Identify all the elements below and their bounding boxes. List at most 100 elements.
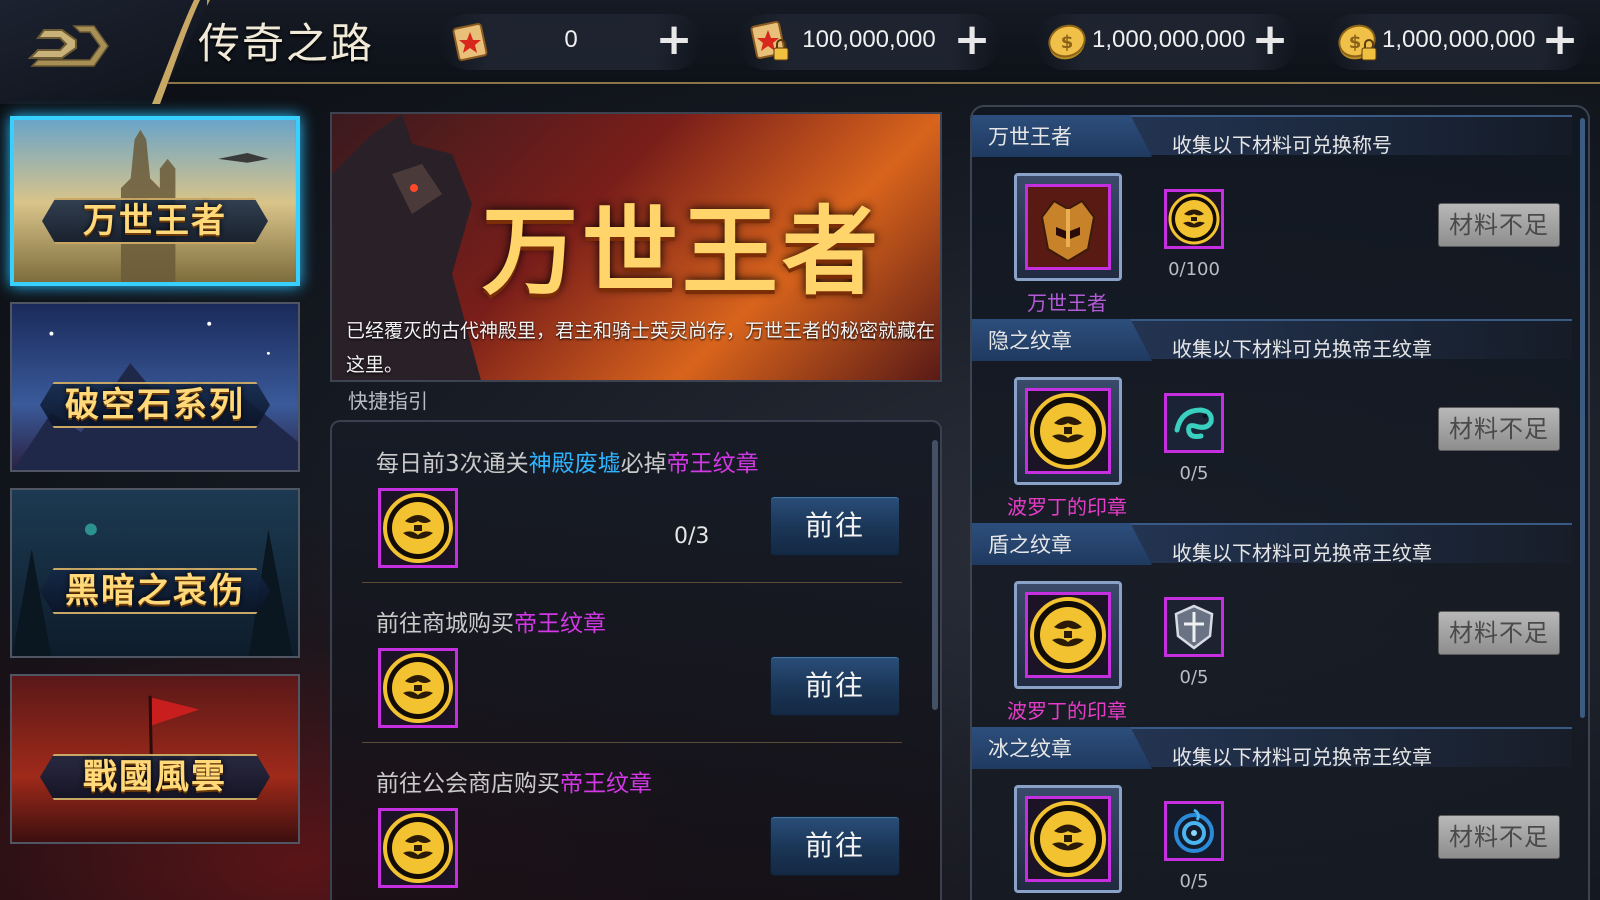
guide-task: 前往公会商店购买帝王纹章 前往 xyxy=(332,752,922,900)
currency-locked-red-scroll: 100,000,000 + xyxy=(738,14,1000,70)
task-text-item: 帝王纹章 xyxy=(666,451,759,477)
exchange-title: 万世王者 xyxy=(988,125,1072,149)
task-item-icon xyxy=(378,808,458,888)
exchange-description: 收集以下材料可兑换帝王纹章 xyxy=(1172,541,1432,565)
quick-guide-list: 每日前3次通关神殿废墟必掉帝王纹章 0/3 前往 前往商城购买帝王纹章 前往 前… xyxy=(330,420,942,900)
material-slot[interactable] xyxy=(1164,393,1224,453)
currency-gold-coin: $ 1,000,000,000 + xyxy=(1036,14,1298,70)
reward-slot[interactable] xyxy=(1014,785,1122,893)
exchange-entry: 隐之纹章 收集以下材料可兑换帝王纹章 波罗丁的印章 0/5 材料不足 xyxy=(972,319,1572,527)
task-text-place: 神殿废墟 xyxy=(528,451,621,477)
exchange-description: 收集以下材料可兑换帝王纹章 xyxy=(1172,337,1432,361)
exchange-description: 收集以下材料可兑换帝王纹章 xyxy=(1172,745,1432,769)
insufficient-materials-button[interactable]: 材料不足 xyxy=(1438,611,1560,655)
reward-slot[interactable] xyxy=(1014,173,1122,281)
add-currency-button[interactable]: + xyxy=(1250,18,1290,62)
emperor-crest-icon xyxy=(1030,597,1106,673)
material-slot[interactable] xyxy=(1164,189,1224,249)
task-text-item: 帝王纹章 xyxy=(514,611,606,637)
currency-value: 1,000,000,000 xyxy=(1382,26,1536,53)
insufficient-materials-button[interactable]: 材料不足 xyxy=(1438,815,1560,859)
add-currency-button[interactable]: + xyxy=(654,18,694,62)
nav-item-wanshi-wangzhe[interactable]: 万世王者 xyxy=(10,116,300,286)
reward-slot[interactable] xyxy=(1014,377,1122,485)
title-slash-ornament xyxy=(152,0,200,104)
task-text-middle: 必掉 xyxy=(620,451,667,477)
currency-red-scroll: 0 + xyxy=(440,14,702,70)
task-description: 前往公会商店购买帝王纹章 xyxy=(376,764,652,798)
reward-name: 波罗丁的印章 xyxy=(1007,699,1127,723)
banner-description: 已经覆灭的古代神殿里，君主和骑士英灵尚存，万世王者的秘密就藏在这里。 xyxy=(346,320,936,376)
go-button[interactable]: 前往 xyxy=(770,656,900,716)
material-count: 0/5 xyxy=(1179,463,1209,484)
ice-vortex-icon xyxy=(1167,804,1221,858)
currency-value: 100,000,000 xyxy=(802,26,936,53)
material-count: 0/100 xyxy=(1168,259,1220,280)
nav-item-zhanguo-fengyun[interactable]: 戰國風雲 xyxy=(10,674,300,844)
emperor-crest-icon xyxy=(383,493,453,563)
task-description: 每日前3次通关神殿废墟必掉帝王纹章 xyxy=(376,444,759,478)
guide-scrollbar[interactable] xyxy=(932,440,938,710)
locked-gold-coin-icon: $ xyxy=(1338,24,1377,61)
reward-slot[interactable] xyxy=(1014,581,1122,689)
nav-item-heian-zhi-aishang[interactable]: 黑暗之哀伤 xyxy=(10,488,300,658)
warrior-helmet-icon xyxy=(1028,187,1108,267)
exchange-panel: 万世王者 收集以下材料可兑换称号 万世王者 0/100 材料不足 隐之纹章 收集… xyxy=(970,105,1590,900)
exchange-title: 盾之纹章 xyxy=(988,533,1072,557)
emperor-crest-icon xyxy=(1168,193,1220,245)
go-button[interactable]: 前往 xyxy=(770,496,900,556)
currency-locked-gold-coin: $ 1,000,000,000 + xyxy=(1326,14,1588,70)
insufficient-materials-button[interactable]: 材料不足 xyxy=(1438,203,1560,247)
page-title: 传奇之路 xyxy=(198,19,375,68)
exchange-entry: 冰之纹章 收集以下材料可兑换帝王纹章 0/5 材料不足 xyxy=(972,727,1572,900)
exchange-title: 隐之纹章 xyxy=(988,329,1072,353)
add-currency-button[interactable]: + xyxy=(952,18,992,62)
reward-icon-frame xyxy=(1025,592,1111,678)
emperor-crest-icon xyxy=(383,813,453,883)
emperor-crest-icon xyxy=(383,653,453,723)
exchange-entry: 万世王者 收集以下材料可兑换称号 万世王者 0/100 材料不足 xyxy=(972,115,1572,323)
banner-title: 万世王者 xyxy=(482,195,882,308)
insufficient-materials-button[interactable]: 材料不足 xyxy=(1438,407,1560,451)
task-divider xyxy=(362,582,902,583)
back-button[interactable] xyxy=(24,18,114,74)
nav-item-label: 万世王者 xyxy=(83,201,227,241)
exchange-title: 冰之纹章 xyxy=(988,737,1072,761)
nav-item-label: 破空石系列 xyxy=(65,385,245,425)
top-bar: 传奇之路 0 + 100,000,000 + $ 1,000,000,000 + xyxy=(0,0,1600,104)
series-nav: 万世王者 破空石系列 黑暗之哀伤 戰國風雲 xyxy=(10,116,302,860)
nav-item-label: 黑暗之哀伤 xyxy=(65,571,245,611)
reward-icon-frame xyxy=(1025,796,1111,882)
task-item-icon xyxy=(378,488,458,568)
reward-icon-frame xyxy=(1025,184,1111,270)
exchange-description: 收集以下材料可兑换称号 xyxy=(1172,133,1392,157)
task-divider xyxy=(362,742,902,743)
reward-name: 波罗丁的印章 xyxy=(1007,495,1127,519)
task-text-prefix: 前往商城购买 xyxy=(376,611,514,637)
material-count: 0/5 xyxy=(1179,871,1209,892)
reward-name: 万世王者 xyxy=(1027,291,1107,315)
material-slot[interactable] xyxy=(1164,801,1224,861)
svg-text:$: $ xyxy=(1061,32,1074,53)
reward-icon-frame xyxy=(1025,388,1111,474)
task-item-icon xyxy=(378,648,458,728)
back-arrow-icon xyxy=(27,25,109,67)
guide-task: 每日前3次通关神殿废墟必掉帝王纹章 0/3 前往 xyxy=(332,432,922,592)
exchange-scrollbar[interactable] xyxy=(1580,118,1585,718)
add-currency-button[interactable]: + xyxy=(1540,18,1580,62)
currency-value: 0 xyxy=(564,26,578,53)
nav-item-pokongshi[interactable]: 破空石系列 xyxy=(10,302,300,472)
task-text-prefix: 前往公会商店购买 xyxy=(376,771,560,797)
red-scroll-icon xyxy=(452,22,488,62)
material-slot[interactable] xyxy=(1164,597,1224,657)
emperor-crest-icon xyxy=(1030,801,1106,877)
emperor-crest-icon xyxy=(1030,393,1106,469)
gold-coin-icon: $ xyxy=(1048,24,1086,60)
task-text-prefix: 每日前3次通关 xyxy=(376,451,529,477)
locked-red-scroll-icon xyxy=(750,20,789,61)
exchange-entry: 盾之纹章 收集以下材料可兑换帝王纹章 波罗丁的印章 0/5 材料不足 xyxy=(972,523,1572,731)
go-button[interactable]: 前往 xyxy=(770,816,900,876)
quick-guide-label: 快捷指引 xyxy=(348,389,428,413)
series-banner: 万世王者 已经覆灭的古代神殿里，君主和骑士英灵尚存，万世王者的秘密就藏在这里。 xyxy=(330,112,942,382)
guide-task: 前往商城购买帝王纹章 前往 xyxy=(332,592,922,752)
